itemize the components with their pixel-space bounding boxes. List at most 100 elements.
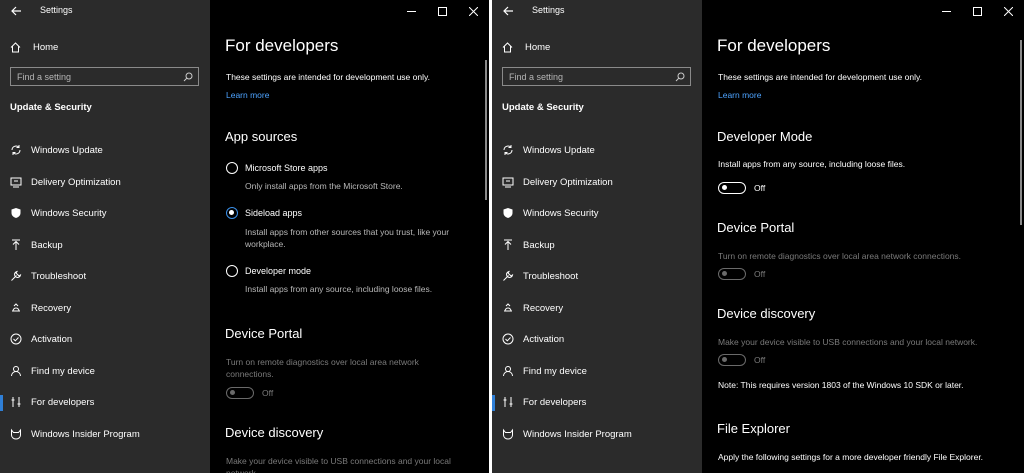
sidebar: Settings Home Update & Security Windows … <box>0 0 210 473</box>
device-portal-toggle[interactable] <box>226 387 254 399</box>
sideload-apps-radio[interactable] <box>226 207 238 219</box>
developer-mode-desc: Install apps from any source, including … <box>718 159 906 169</box>
app-sources-heading: App sources <box>225 129 298 144</box>
microsoft-store-apps-label[interactable]: Microsoft Store apps <box>245 163 328 173</box>
sideload-apps-label[interactable]: Sideload apps <box>245 208 302 218</box>
sidebar-item-backup[interactable]: Backup <box>0 230 210 262</box>
sidebar-item-label: Windows Update <box>31 145 103 157</box>
device-portal-desc: Turn on remote diagnostics over local ar… <box>226 357 419 379</box>
close-button[interactable] <box>458 0 489 22</box>
sidebar-item-troubleshoot[interactable]: Troubleshoot <box>492 261 702 293</box>
sidebar-item-label: Activation <box>31 334 73 346</box>
device-portal-heading: Device Portal <box>717 220 795 235</box>
scrollbar[interactable] <box>485 60 487 200</box>
minimize-button[interactable] <box>931 0 962 22</box>
maximize-button[interactable] <box>962 0 993 22</box>
backup-arrow-icon <box>504 239 512 250</box>
search-box[interactable] <box>502 67 691 86</box>
search-icon[interactable] <box>183 72 193 82</box>
home-label: Home <box>525 41 551 53</box>
search-box[interactable] <box>10 67 199 86</box>
sidebar-item-activation[interactable]: Activation <box>0 324 210 356</box>
maximize-button[interactable] <box>427 0 458 22</box>
recovery-icon <box>504 302 512 311</box>
sidebar-nav: Windows Update Delivery Optimization Win… <box>0 135 210 450</box>
sidebar-item-delivery-optimization[interactable]: Delivery Optimization <box>0 167 210 199</box>
sidebar: Settings Home Update & Security Windows … <box>492 0 702 473</box>
sidebar-item-troubleshoot[interactable]: Troubleshoot <box>0 261 210 293</box>
sidebar-item-find-my-device[interactable]: Find my device <box>492 356 702 388</box>
sidebar-item-windows-insider-program[interactable]: Windows Insider Program <box>492 419 702 451</box>
sideload-apps-desc: Install apps from other sources that you… <box>245 227 450 249</box>
device-portal-toggle[interactable] <box>718 268 746 280</box>
microsoft-store-apps-radio[interactable] <box>226 162 238 174</box>
shield-icon <box>503 208 513 218</box>
sidebar-item-windows-security[interactable]: Windows Security <box>0 198 210 230</box>
sidebar-item-find-my-device[interactable]: Find my device <box>0 356 210 388</box>
window-controls <box>931 0 1024 22</box>
sidebar-item-windows-insider-program[interactable]: Windows Insider Program <box>0 419 210 451</box>
developer-mode-radio[interactable] <box>226 265 238 277</box>
close-icon <box>469 6 478 16</box>
sidebar-item-activation[interactable]: Activation <box>492 324 702 356</box>
person-location-icon <box>11 365 21 376</box>
developer-mode-label[interactable]: Developer mode <box>245 266 311 276</box>
title-bar: Settings <box>0 0 210 22</box>
sidebar-item-label: Windows Update <box>523 145 595 157</box>
sidebar-item-label: Windows Insider Program <box>523 428 632 440</box>
close-icon <box>1004 6 1013 16</box>
device-discovery-toggle[interactable] <box>718 354 746 366</box>
sidebar-item-label: Windows Security <box>523 208 599 220</box>
scrollbar[interactable] <box>1020 40 1022 225</box>
search-icon[interactable] <box>675 72 685 82</box>
file-explorer-desc: Apply the following settings for a more … <box>718 452 984 462</box>
close-button[interactable] <box>993 0 1024 22</box>
sync-icon <box>11 145 21 155</box>
intro-text: These settings are intended for developm… <box>718 72 922 82</box>
search-input[interactable] <box>509 68 669 85</box>
sidebar-item-label: Delivery Optimization <box>523 176 613 188</box>
developer-mode-toggle-state: Off <box>754 183 766 193</box>
sidebar-item-windows-security[interactable]: Windows Security <box>492 198 702 230</box>
sidebar-item-recovery[interactable]: Recovery <box>0 293 210 325</box>
settings-window-right: Settings Home Update & Security Windows … <box>492 0 1024 473</box>
sync-icon <box>503 145 513 155</box>
wrench-icon <box>11 270 22 281</box>
device-portal-toggle-state: Off <box>262 388 274 398</box>
sidebar-item-label: Delivery Optimization <box>31 176 121 188</box>
sidebar-item-label: Activation <box>523 334 565 346</box>
device-discovery-toggle-state: Off <box>754 355 766 365</box>
sidebar-item-label: Find my device <box>31 365 95 377</box>
developer-mode-toggle[interactable] <box>718 182 746 194</box>
back-arrow-icon[interactable] <box>501 4 515 18</box>
window-controls <box>396 0 489 22</box>
home-nav-item[interactable]: Home <box>502 38 550 56</box>
maximize-icon <box>438 6 447 16</box>
minimize-button[interactable] <box>396 0 427 22</box>
section-title: Update & Security <box>10 102 92 113</box>
developer-tools-icon <box>503 397 513 407</box>
sidebar-item-label: Find my device <box>523 365 587 377</box>
minimize-icon <box>942 10 951 12</box>
backup-arrow-icon <box>12 239 20 250</box>
learn-more-link[interactable]: Learn more <box>718 90 761 100</box>
sdk-version-note: Note: This requires version 1803 of the … <box>718 380 964 390</box>
wrench-icon <box>503 270 514 281</box>
home-nav-item[interactable]: Home <box>10 38 58 56</box>
sidebar-item-for-developers[interactable]: For developers <box>0 387 210 419</box>
device-discovery-heading: Device discovery <box>225 425 324 440</box>
search-input[interactable] <box>17 68 177 85</box>
sidebar-item-recovery[interactable]: Recovery <box>492 293 702 325</box>
device-portal-toggle-state: Off <box>754 269 766 279</box>
sidebar-item-windows-update[interactable]: Windows Update <box>0 135 210 167</box>
sidebar-item-windows-update[interactable]: Windows Update <box>492 135 702 167</box>
sidebar-nav: Windows Update Delivery Optimization Win… <box>492 135 702 450</box>
sidebar-item-for-developers[interactable]: For developers <box>492 387 702 419</box>
sidebar-item-label: For developers <box>523 397 587 409</box>
sidebar-item-delivery-optimization[interactable]: Delivery Optimization <box>492 167 702 199</box>
sidebar-item-backup[interactable]: Backup <box>492 230 702 262</box>
learn-more-link[interactable]: Learn more <box>226 90 269 100</box>
delivery-optimization-icon <box>10 177 22 187</box>
back-arrow-icon[interactable] <box>9 4 23 18</box>
app-title: Settings <box>532 5 565 15</box>
